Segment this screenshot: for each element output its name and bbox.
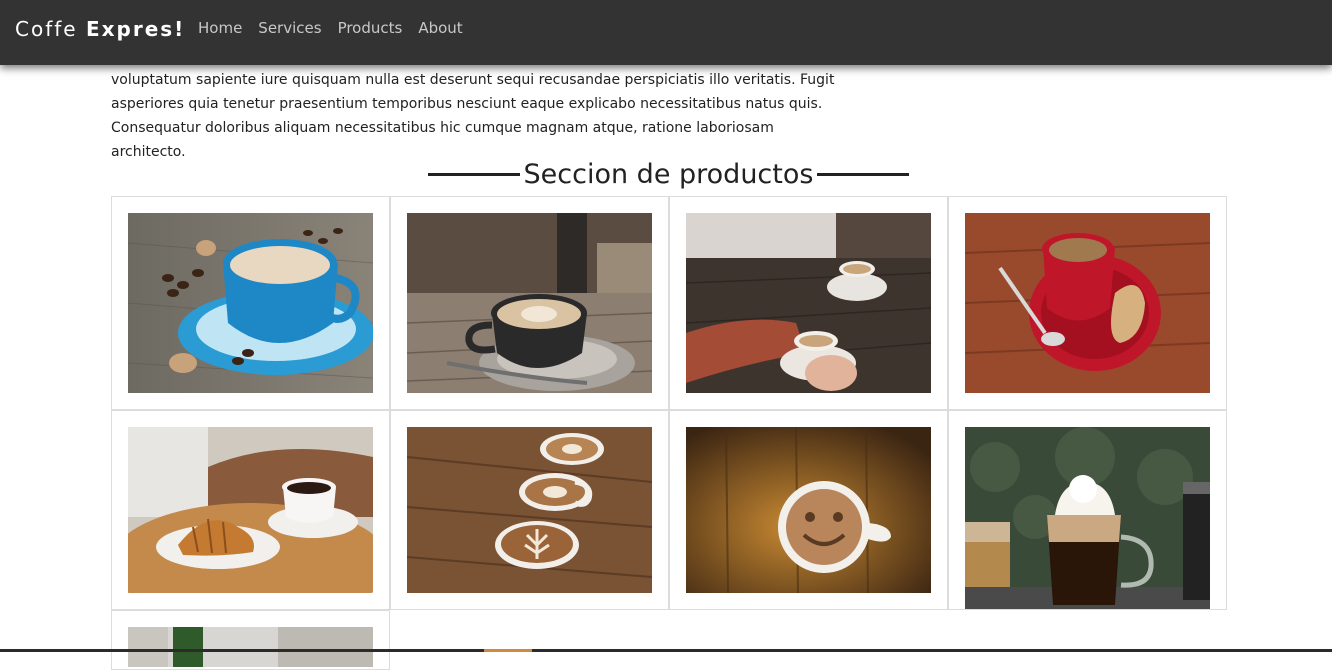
- heading-rule-left: [428, 172, 520, 176]
- intro-line: Consequatur doloribus aliquam necessitat…: [111, 120, 774, 160]
- nav-link-about[interactable]: About: [418, 19, 462, 37]
- product-card[interactable]: [390, 410, 669, 610]
- navbar: Coffe Expres! Home Services Products Abo…: [0, 0, 1332, 65]
- heading-rule-right: [817, 172, 909, 176]
- products-title: Seccion de productos: [523, 158, 814, 190]
- product-card[interactable]: [948, 410, 1227, 610]
- nav-link-products[interactable]: Products: [338, 19, 403, 37]
- product-card[interactable]: [111, 196, 390, 410]
- intro-paragraph: voluptatum sapiente iure quisquam nulla …: [111, 68, 851, 164]
- nav-link-home[interactable]: Home: [198, 19, 242, 37]
- product-card[interactable]: [669, 196, 948, 410]
- product-image[interactable]: [407, 427, 652, 593]
- nav-links: Home Services Products About: [198, 19, 463, 37]
- brand-light-text: Coffe: [15, 17, 78, 41]
- product-card[interactable]: [390, 196, 669, 410]
- product-image[interactable]: [686, 427, 931, 593]
- product-card[interactable]: [669, 410, 948, 610]
- products-section-heading: Seccion de productos: [428, 156, 909, 192]
- intro-line: voluptatum sapiente iure quisquam nulla …: [111, 72, 835, 88]
- product-card[interactable]: [111, 610, 390, 670]
- intro-line: asperiores quia tenetur praesentium temp…: [111, 96, 823, 112]
- product-image[interactable]: [128, 627, 373, 667]
- product-image[interactable]: [128, 427, 373, 593]
- product-card[interactable]: [948, 196, 1227, 410]
- product-image[interactable]: [965, 213, 1210, 393]
- product-card[interactable]: [111, 410, 390, 610]
- product-image[interactable]: [686, 213, 931, 393]
- product-image[interactable]: [407, 213, 652, 393]
- brand-logo[interactable]: Coffe Expres!: [15, 17, 185, 41]
- nav-link-services[interactable]: Services: [258, 19, 321, 37]
- product-image[interactable]: [128, 213, 373, 393]
- brand-bold-text: Expres!: [85, 17, 186, 41]
- product-image[interactable]: [965, 427, 1210, 609]
